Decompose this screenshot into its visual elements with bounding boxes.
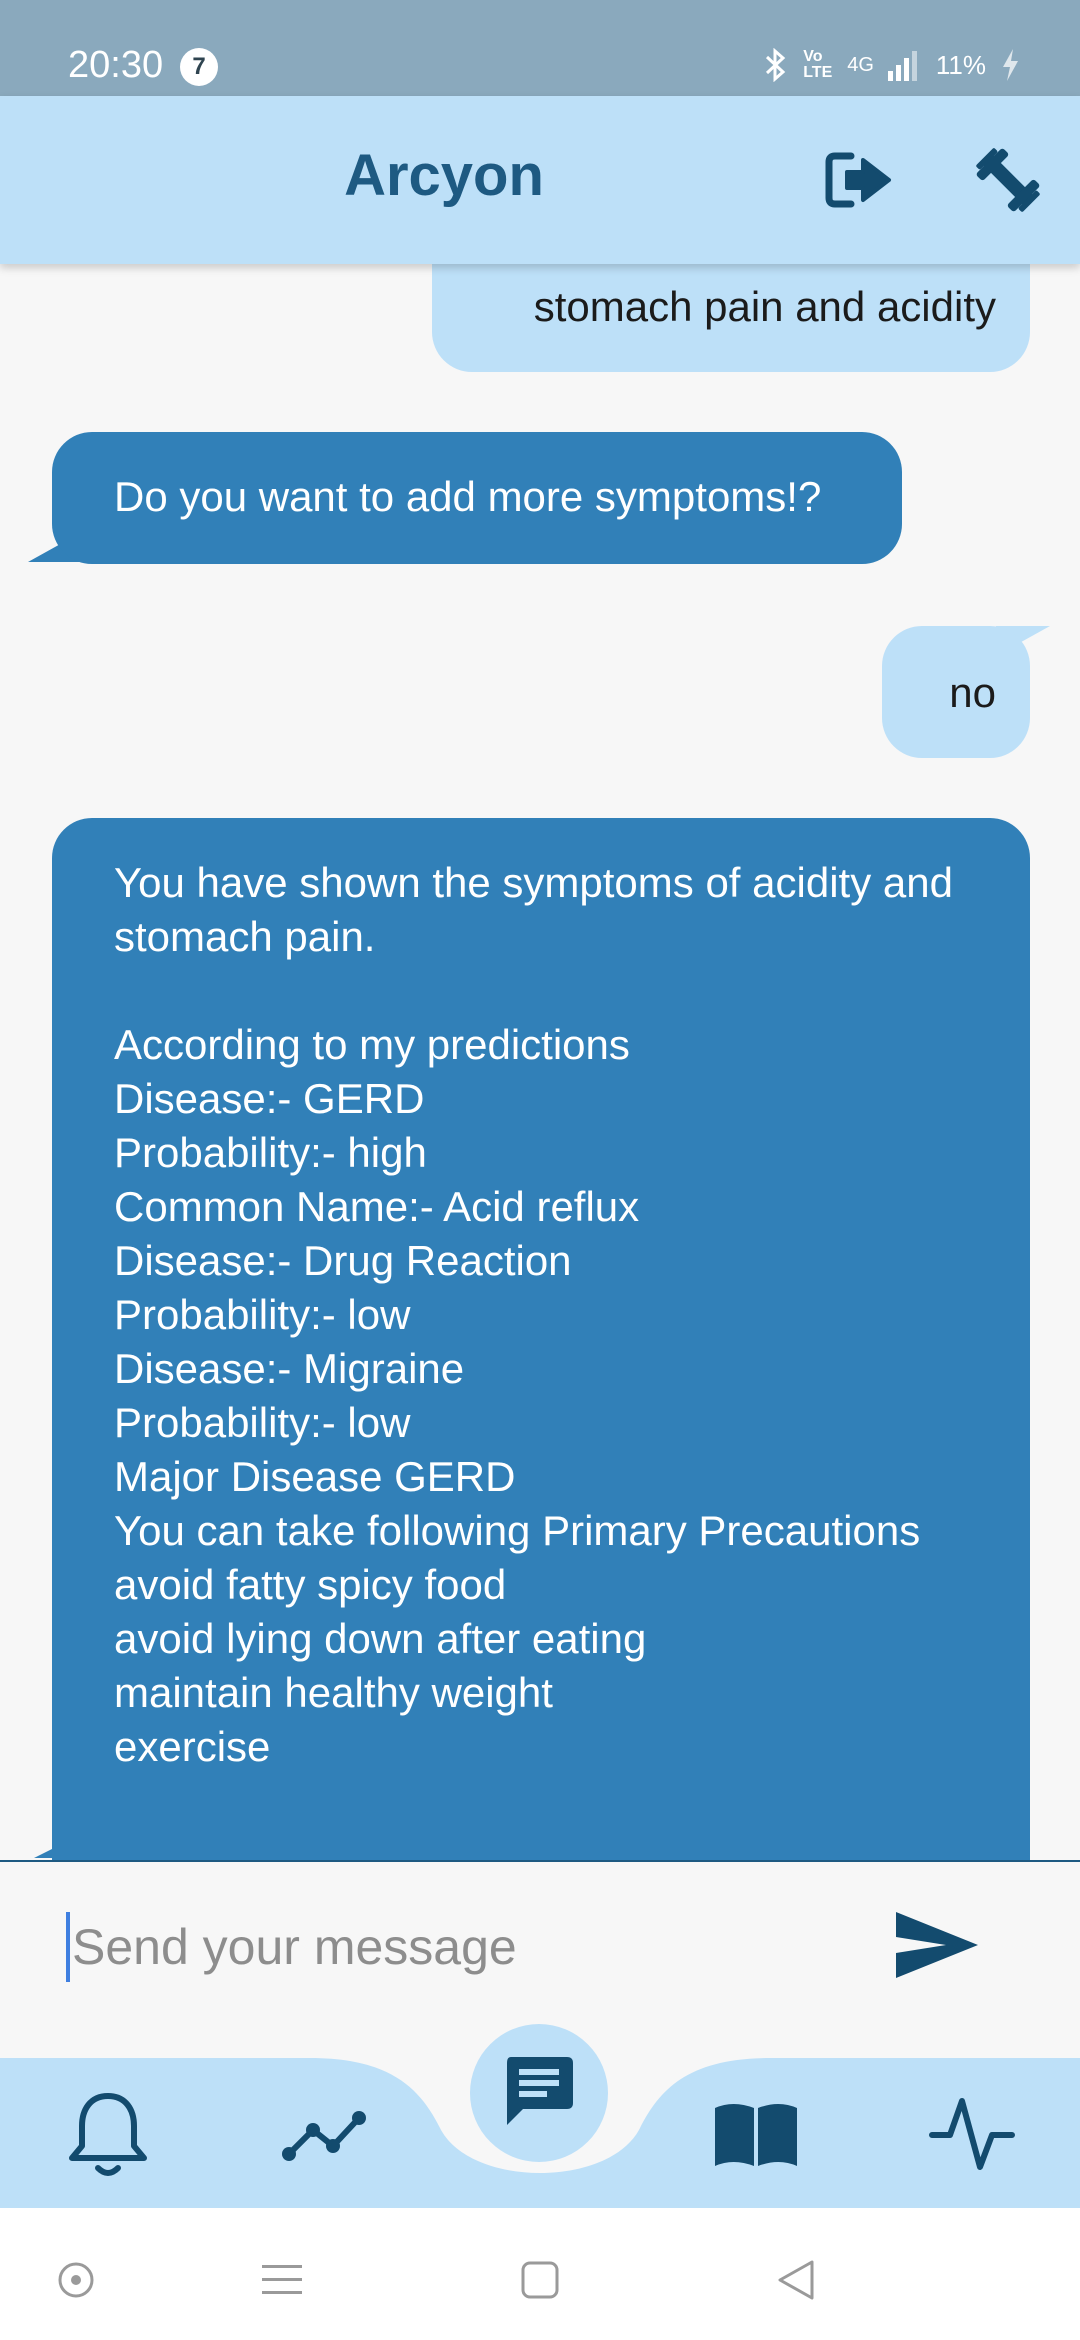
chat-icon: [501, 2053, 577, 2134]
menu-icon: [262, 2263, 302, 2302]
signal-icon: [887, 49, 922, 81]
logout-button[interactable]: [822, 144, 898, 220]
system-navigation-bar: [0, 2208, 1080, 2340]
bottom-navigation: [0, 2024, 1080, 2208]
menu-button[interactable]: [252, 2252, 312, 2312]
bell-icon: [66, 2088, 150, 2185]
book-icon: [711, 2098, 801, 2175]
bot-message-bubble: You have shown the symptoms of acidity a…: [52, 818, 1030, 1860]
home-button[interactable]: [510, 2252, 570, 2312]
circle-dot-icon: [56, 2260, 96, 2305]
app-bar: Arcyon: [0, 96, 1080, 264]
square-icon: [520, 2260, 560, 2305]
nav-chat[interactable]: [470, 2024, 608, 2162]
volte-icon: Vo LTE: [803, 48, 833, 81]
back-button[interactable]: [766, 2252, 826, 2312]
chat-list[interactable]: stomach pain and acidity Do you want to …: [0, 264, 1080, 1860]
network-label: 4G: [847, 53, 874, 76]
fitness-button[interactable]: [970, 144, 1046, 220]
notification-count-badge: 7: [180, 48, 218, 86]
send-icon: [894, 1912, 980, 1986]
charging-icon: [1000, 48, 1020, 82]
assistant-button[interactable]: [46, 2252, 106, 2312]
status-indicators: Vo LTE 4G 11%: [763, 48, 1020, 82]
nav-notifications[interactable]: [58, 2086, 158, 2186]
trend-icon: [281, 2106, 367, 2167]
user-message-bubble: no: [882, 626, 1030, 758]
bot-bubble-tail: [34, 1838, 74, 1858]
battery-level: 11%: [935, 49, 986, 80]
logout-icon: [825, 150, 895, 215]
bot-message-bubble: Do you want to add more symptoms!?: [52, 432, 902, 564]
user-message-bubble: stomach pain and acidity: [432, 264, 1030, 372]
back-triangle-icon: [776, 2258, 816, 2307]
pulse-icon: [928, 2095, 1016, 2178]
message-input[interactable]: [66, 1912, 846, 1982]
status-bar: 20:30 7 Vo LTE 4G 11%: [0, 0, 1080, 96]
status-time: 20:30: [68, 44, 164, 86]
nav-trends[interactable]: [274, 2086, 374, 2186]
nav-library[interactable]: [706, 2086, 806, 2186]
fitness-icon: [975, 147, 1041, 218]
nav-vitals[interactable]: [922, 2086, 1022, 2186]
bluetooth-icon: [763, 48, 789, 82]
send-button[interactable]: [894, 1908, 984, 1988]
app-title: Arcyon: [344, 143, 544, 208]
